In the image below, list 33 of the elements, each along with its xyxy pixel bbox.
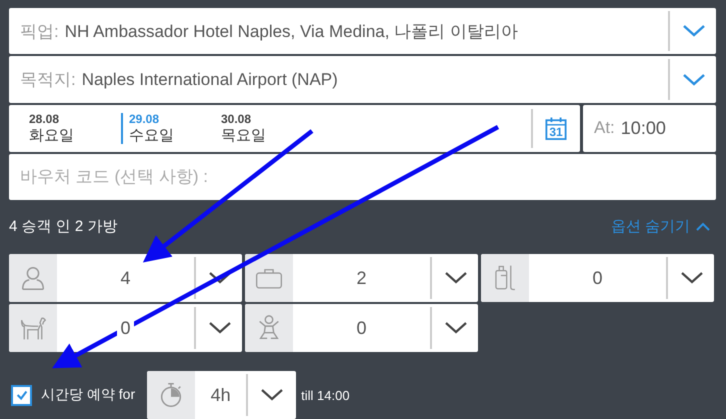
count-selector[interactable]: 2: [245, 254, 478, 302]
checkmark-icon: [14, 388, 28, 402]
duration-selector[interactable]: 4h: [147, 371, 296, 419]
pickup-label: 픽업:: [20, 20, 59, 43]
chevron-down-icon[interactable]: [260, 388, 284, 402]
pickup-value: NH Ambassador Hotel Naples, Via Medina, 나폴리 이탈리아: [64, 20, 519, 43]
voucher-field[interactable]: 바우처 코드 (선택 사항) :: [9, 154, 716, 200]
time-field[interactable]: At: 10:00: [583, 104, 716, 152]
hourly-checkbox[interactable]: [11, 384, 32, 406]
chevron-down-icon[interactable]: [208, 271, 232, 286]
calendar-day: 31: [545, 124, 567, 139]
chevron-down-icon[interactable]: [444, 271, 468, 286]
date-option[interactable]: 29.08 수요일: [121, 112, 221, 144]
chevron-up-icon[interactable]: [696, 222, 710, 231]
destination-value: Naples International Airport (NAP): [82, 70, 339, 90]
destination-field[interactable]: 목적지: Naples International Airport (NAP): [9, 56, 716, 103]
chevron-down-icon[interactable]: [208, 321, 232, 336]
destination-label: 목적지:: [20, 69, 76, 92]
pickup-field[interactable]: 픽업: NH Ambassador Hotel Naples, Via Medina, 나폴리 이탈리아: [9, 8, 716, 54]
count-selector[interactable]: 4: [9, 254, 242, 302]
person-icon: [19, 264, 47, 292]
count-selector[interactable]: 0: [481, 254, 714, 302]
time-label: At:: [594, 118, 615, 138]
end-time-text: till 14:00: [301, 388, 350, 403]
duration-value: 4h: [210, 384, 232, 406]
chevron-down-icon[interactable]: [444, 321, 468, 336]
count-selector[interactable]: 0: [9, 304, 242, 352]
date-option[interactable]: 30.08 목요일: [221, 112, 321, 144]
time-value: 10:00: [620, 118, 666, 139]
chevron-down-icon[interactable]: [680, 271, 704, 286]
count-selector[interactable]: 0: [245, 304, 478, 352]
hourly-label: 시간당 예약 for: [41, 386, 136, 404]
passenger-summary: 4 승객 인 2 가방: [9, 216, 118, 236]
